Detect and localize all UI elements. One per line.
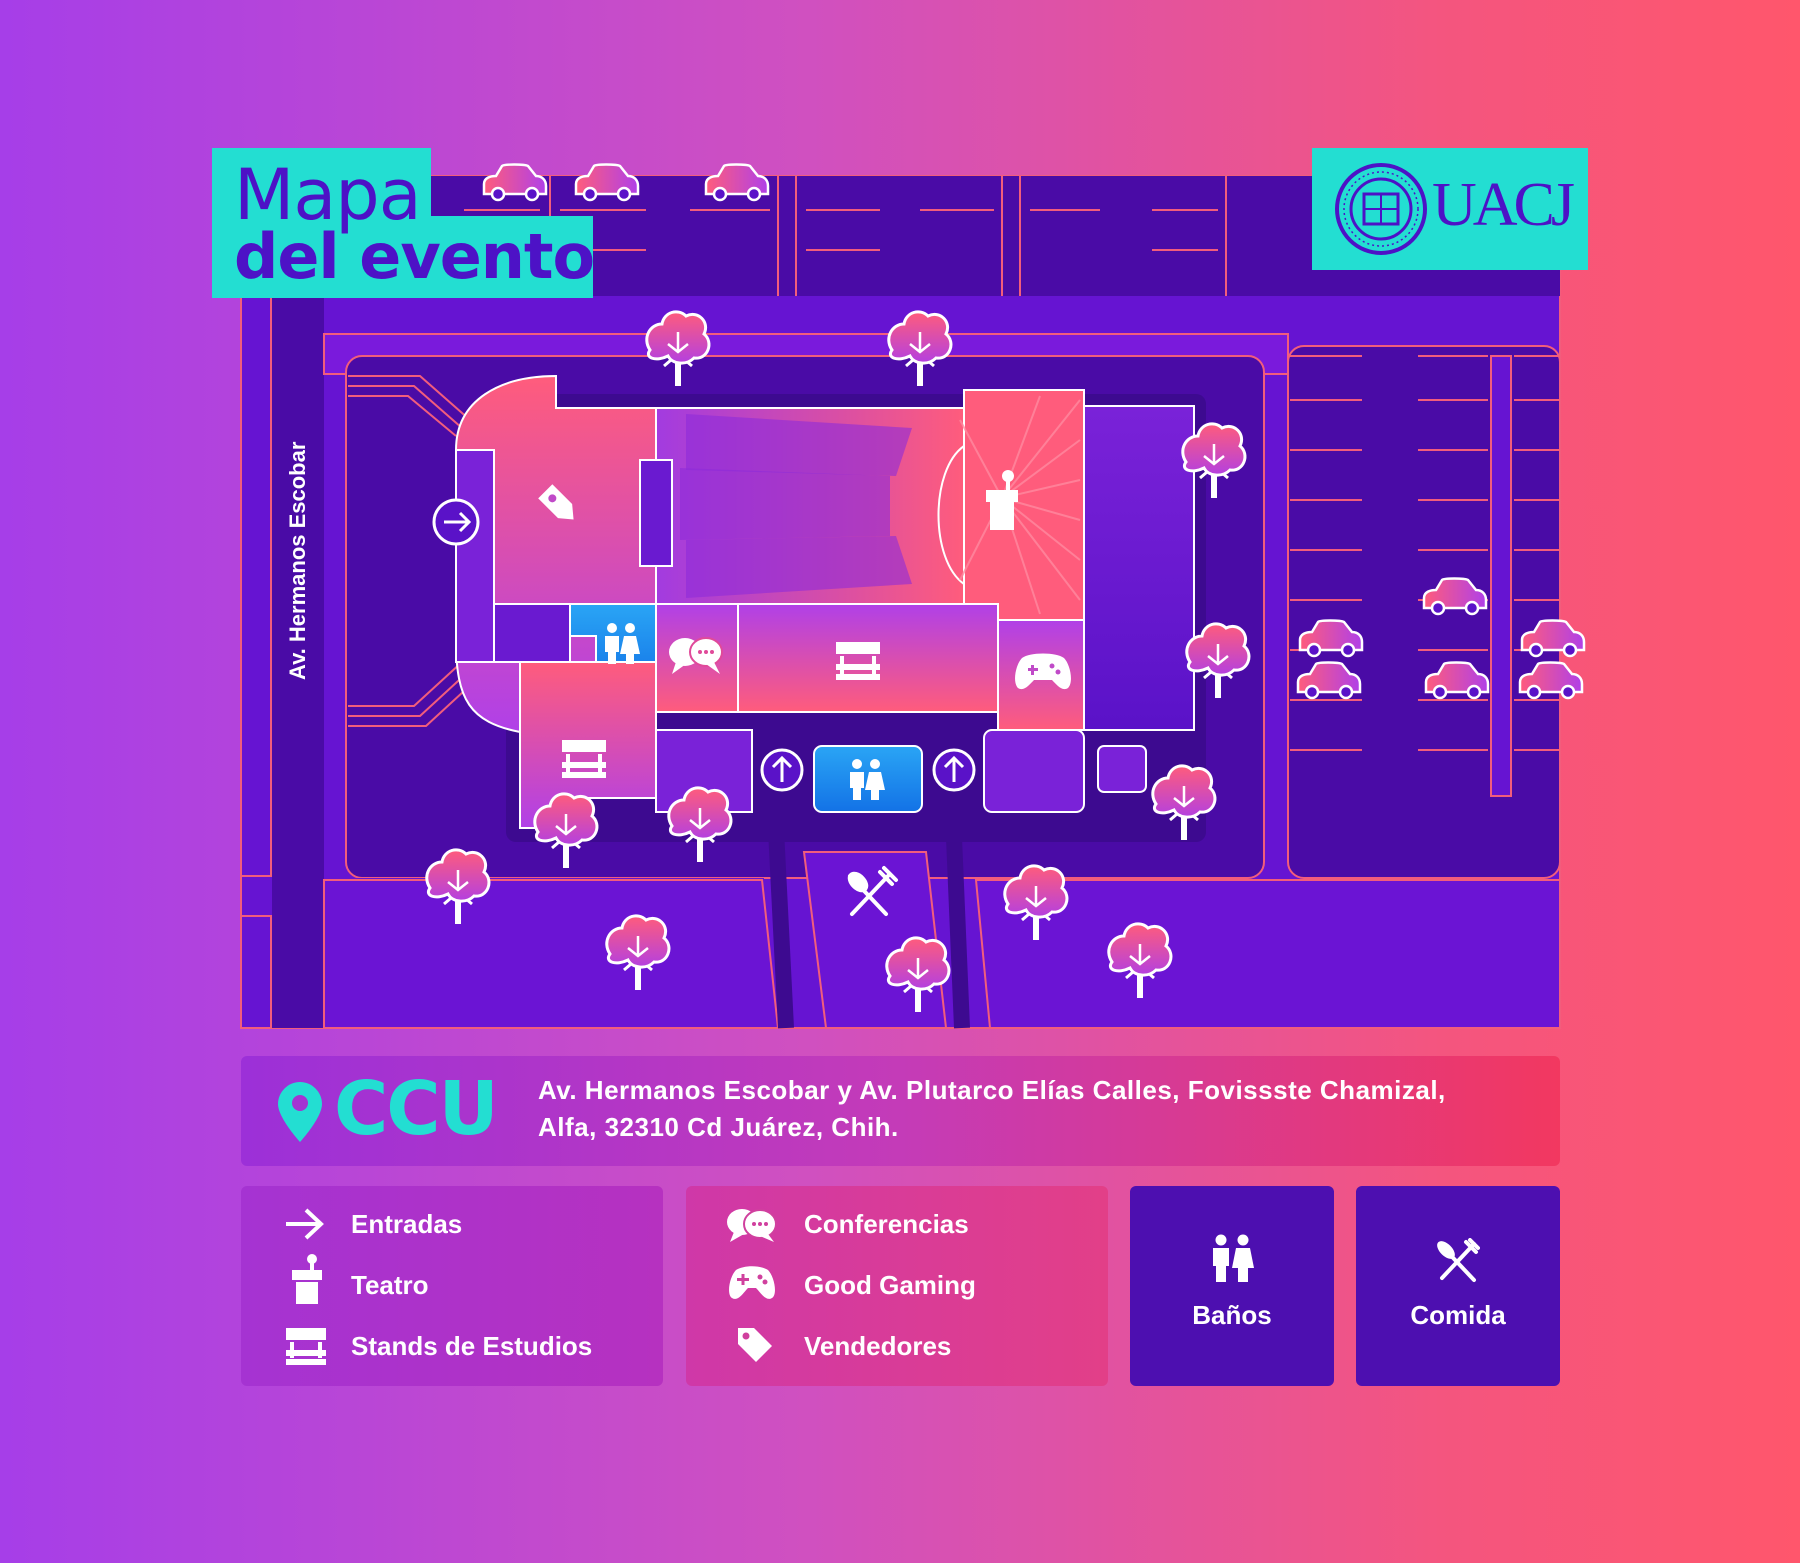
legend-label-entradas: Entradas <box>351 1209 463 1239</box>
location-name: CCU <box>334 1066 499 1152</box>
location-address: Av. Hermanos Escobar y Av. Plutarco Elía… <box>538 1072 1548 1146</box>
legend-label-comida: Comida <box>1410 1300 1506 1330</box>
seal-icon <box>1335 163 1427 255</box>
stand-icon <box>286 1328 326 1365</box>
tag-icon <box>738 1328 772 1362</box>
legend-label-stands: Stands de Estudios <box>351 1331 593 1361</box>
legend-box-restrooms <box>1130 1186 1334 1386</box>
car-icon <box>704 163 770 202</box>
title-line2: del evento <box>234 220 595 293</box>
arrow-right-icon <box>286 1208 324 1240</box>
entrance-arrow-icon <box>432 498 480 546</box>
logo-text: UACJ <box>1432 171 1575 239</box>
street-label: Av. Hermanos Escobar <box>285 441 310 680</box>
legend-box-food <box>1356 1186 1560 1386</box>
gamepad-icon <box>729 1266 775 1299</box>
car-icon <box>482 163 548 202</box>
food-icon <box>1437 1238 1480 1282</box>
address-line-1: Av. Hermanos Escobar y Av. Plutarco Elía… <box>538 1075 1446 1105</box>
legend-label-vendedores: Vendedores <box>804 1331 952 1361</box>
uacj-logo: UACJ <box>1312 148 1588 270</box>
restroom-icon <box>1213 1234 1254 1282</box>
address-line-2: Alfa, 32310 Cd Juárez, Chih. <box>538 1112 899 1142</box>
legend-label-teatro: Teatro <box>351 1270 429 1300</box>
chat-icon <box>727 1209 777 1242</box>
podium-icon <box>292 1254 322 1304</box>
legend-label-conferencias: Conferencias <box>804 1209 969 1239</box>
location-pin-icon <box>278 1082 322 1142</box>
car-icon <box>574 163 640 202</box>
legend-label-banos: Baños <box>1192 1300 1272 1330</box>
legend-label-good-gaming: Good Gaming <box>804 1270 976 1300</box>
